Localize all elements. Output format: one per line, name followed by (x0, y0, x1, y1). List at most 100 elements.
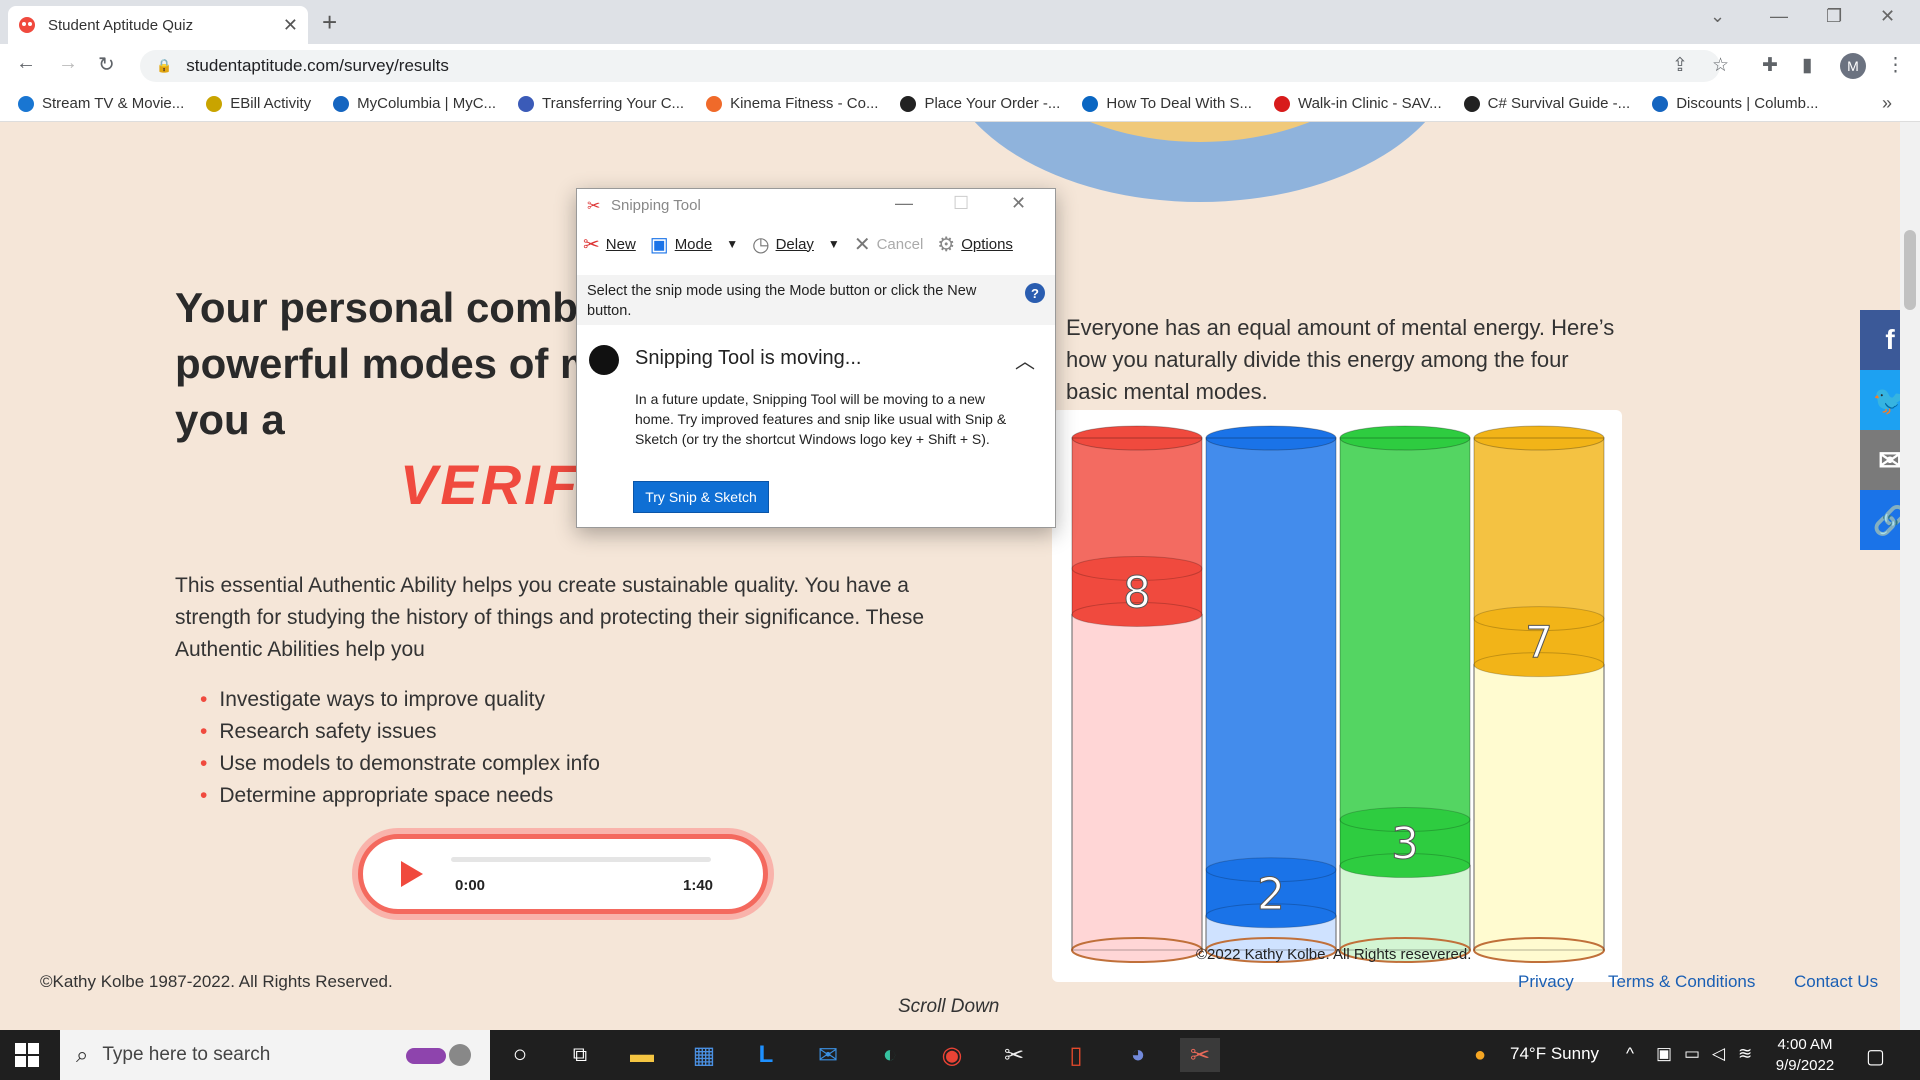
lock-icon[interactable]: 🔒 (156, 58, 172, 74)
cortana-icon[interactable]: ○ (500, 1038, 540, 1072)
share-page-icon[interactable]: ⇪ (1672, 54, 1688, 77)
bookmark-label: How To Deal With S... (1106, 95, 1252, 112)
scrollbar-thumb[interactable] (1904, 230, 1916, 310)
delay-dropdown-icon[interactable]: ▼ (828, 237, 840, 251)
amazon-icon (900, 95, 917, 112)
search-highlight-icon (406, 1044, 471, 1066)
task-view-icon[interactable]: ⧉ (560, 1038, 600, 1072)
contact-link[interactable]: Contact Us (1794, 972, 1878, 992)
browser-toolbar: ← → ↻ 🔒 studentaptitude.com/survey/resul… (0, 44, 1920, 86)
audio-current-time: 0:00 (455, 877, 486, 894)
chrome-icon[interactable]: ◉ (932, 1038, 972, 1072)
bookmark-item[interactable]: Kinema Fitness - Co... (706, 95, 878, 112)
privacy-link[interactable]: Privacy (1518, 972, 1574, 992)
chart-bar (1071, 425, 1203, 963)
bookmark-label: EBill Activity (230, 95, 312, 112)
bookmark-item[interactable]: C# Survival Guide -... (1463, 95, 1630, 112)
new-tab-button[interactable]: + (322, 7, 337, 38)
shield-icon (518, 95, 535, 112)
wifi-icon[interactable]: ≋ (1738, 1044, 1752, 1064)
snipping-taskbar-icon[interactable]: ✂ (994, 1038, 1034, 1072)
l-app-icon[interactable]: L (746, 1038, 786, 1072)
reload-icon[interactable]: ↻ (98, 52, 115, 77)
browser-tab[interactable]: Student Aptitude Quiz ✕ (8, 6, 308, 44)
forward-arrow-icon[interactable]: → (58, 52, 78, 75)
scroll-down-hint[interactable]: Scroll Down (898, 996, 999, 1018)
notifications-icon[interactable]: ▢ (1866, 1044, 1885, 1069)
cancel-x-icon: ✕ (853, 233, 871, 256)
volume-icon[interactable]: ◁ (1712, 1044, 1725, 1064)
bookmark-item[interactable]: Stream TV & Movie... (18, 95, 184, 112)
terms-link[interactable]: Terms & Conditions (1608, 972, 1755, 992)
snip-options-button[interactable]: ⚙ Options (937, 232, 1013, 257)
try-snip-sketch-button[interactable]: Try Snip & Sketch (633, 481, 769, 513)
vs-icon (1463, 95, 1480, 112)
battery-icon[interactable]: ▭ (1684, 1044, 1700, 1064)
close-tab-icon[interactable]: ✕ (283, 15, 298, 36)
bookmark-star-icon[interactable]: ☆ (1712, 54, 1729, 77)
tab-search-icon[interactable]: ⌄ (1710, 6, 1725, 27)
weather-text[interactable]: 74°F Sunny (1510, 1044, 1599, 1064)
bookmark-item[interactable]: How To Deal With S... (1082, 95, 1252, 112)
moving-body: In a future update, Snipping Tool will b… (635, 391, 1007, 447)
windows-start-icon[interactable] (14, 1042, 40, 1068)
snip-maximize-button[interactable]: ☐ (953, 193, 969, 214)
snip-minimize-button[interactable]: — (895, 193, 913, 214)
bookmark-item[interactable]: EBill Activity (206, 95, 311, 112)
discord-icon[interactable]: ◕ (1118, 1038, 1158, 1072)
address-bar[interactable]: 🔒 studentaptitude.com/survey/results (140, 50, 1720, 82)
bookmark-item[interactable]: Discounts | Columb... (1652, 95, 1818, 112)
extensions-puzzle-icon[interactable]: ✚ (1762, 54, 1778, 77)
office-icon[interactable]: ▯ (1056, 1038, 1096, 1072)
bookmarks-overflow-icon[interactable]: » (1882, 93, 1892, 114)
energy-description: Everyone has an equal amount of mental e… (1066, 315, 1615, 404)
scissors-icon: ✂ (587, 198, 601, 215)
stripes-icon (706, 95, 723, 112)
close-window-button[interactable]: ✕ (1880, 6, 1895, 27)
snip-sketch-taskbar-icon[interactable]: ✂ (1180, 1038, 1220, 1072)
collapse-chevron-icon[interactable]: ︿ (1015, 345, 1035, 374)
snip-delay-button[interactable]: ◷ Delay ▼ (752, 232, 840, 257)
mode-dropdown-icon[interactable]: ▼ (726, 237, 738, 251)
mail-icon[interactable]: ✉ (808, 1038, 848, 1072)
snip-new-button[interactable]: ✂ New (583, 232, 636, 257)
mode-icon: ▣ (649, 233, 669, 256)
help-icon[interactable]: ? (1025, 283, 1045, 303)
gear-icon: ⚙ (937, 233, 956, 256)
bookmark-item[interactable]: Transferring Your C... (518, 95, 684, 112)
c-icon (1652, 95, 1669, 112)
bookmarks-bar: Stream TV & Movie... EBill Activity MyColu… (0, 86, 1920, 122)
audio-progress-track[interactable] (451, 857, 711, 862)
tray-chevron-icon[interactable]: ^ (1626, 1044, 1634, 1064)
profile-avatar[interactable]: M (1840, 53, 1866, 79)
minimize-window-button[interactable]: — (1770, 6, 1788, 27)
snip-sketch-icon (589, 345, 619, 375)
snip-instructions: Select the snip mode using the Mode butt… (577, 275, 1055, 325)
cancel-label: Cancel (876, 235, 924, 253)
ability-item: Research safety issues (200, 716, 600, 748)
back-arrow-icon[interactable]: ← (16, 52, 36, 75)
taskbar-search[interactable]: ⌕ Type here to search (60, 1030, 490, 1080)
bookmark-item[interactable]: Place Your Order -... (900, 95, 1060, 112)
restore-window-button[interactable]: ❐ (1826, 6, 1842, 27)
menu-kebab-icon[interactable]: ⋮ (1886, 54, 1905, 77)
file-explorer-icon[interactable]: ▬ (622, 1038, 662, 1072)
store-icon[interactable]: ▦ (684, 1038, 724, 1072)
bookmark-item[interactable]: Walk-in Clinic - SAV... (1273, 95, 1442, 112)
mental-modes-chart: 8 2 3 7 (1052, 410, 1622, 982)
meet-icon[interactable]: ▣ (1656, 1044, 1672, 1064)
side-panel-icon[interactable]: ▮ (1802, 54, 1812, 77)
play-icon[interactable] (401, 861, 423, 887)
bookmark-label: MyColumbia | MyC... (357, 95, 497, 112)
snip-mode-button[interactable]: ▣ Mode ▼ (650, 232, 738, 257)
edge-icon[interactable]: ◐ (870, 1038, 910, 1072)
taskbar-clock[interactable]: 4:00 AM 9/9/2022 (1760, 1034, 1850, 1076)
snipping-tool-titlebar[interactable]: ✂ Snipping Tool (577, 189, 1055, 221)
chart-value-label: 3 (1391, 819, 1419, 870)
bookmark-item[interactable]: MyColumbia | MyC... (333, 95, 496, 112)
chart-value-label: 2 (1257, 869, 1285, 920)
clock-icon: ◷ (752, 233, 770, 256)
tab-title: Student Aptitude Quiz (48, 16, 194, 34)
snip-close-button[interactable]: ✕ (1011, 193, 1026, 214)
snip-cancel-button[interactable]: ✕ Cancel (854, 232, 923, 257)
